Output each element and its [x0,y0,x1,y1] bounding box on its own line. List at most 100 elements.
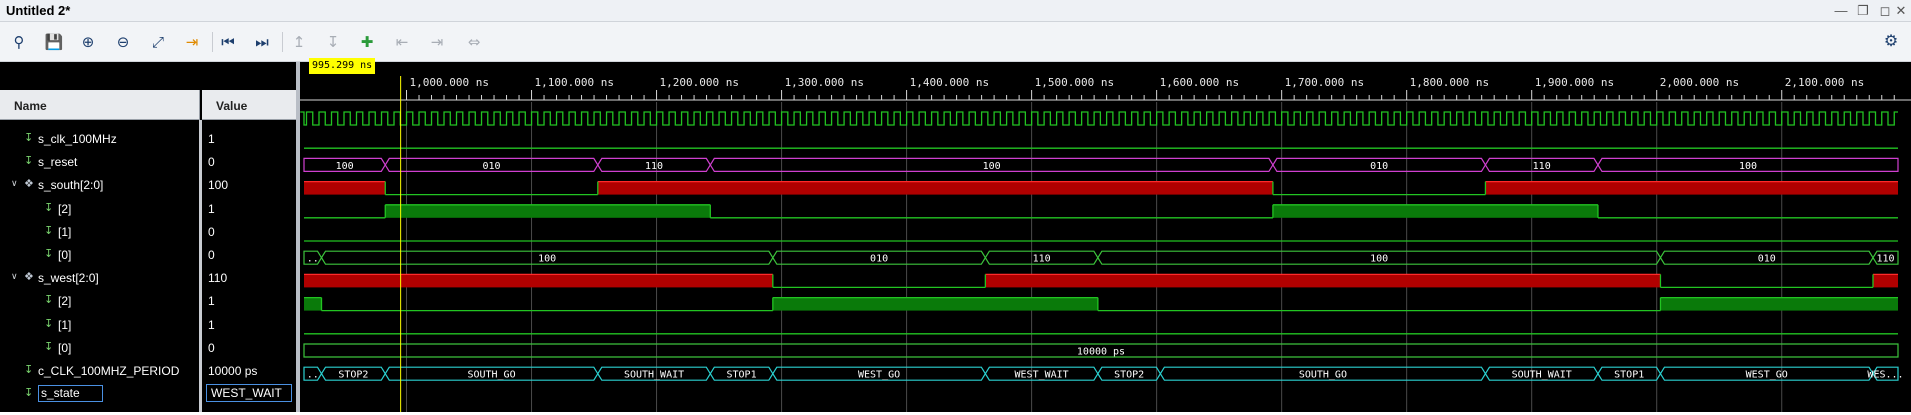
signal-value: 0 [208,340,215,355]
bus-segment-label: 010 [1758,254,1776,265]
signal-value: 1 [208,317,215,332]
wave-south2 [304,180,1898,196]
save-icon[interactable]: 💾 [42,30,66,54]
wave-west2 [304,273,1898,289]
wave-clk [300,111,1898,126]
close-icon[interactable]: ✕ [1891,1,1911,21]
bus-segment-label: SOUTH_GO [467,370,515,381]
go-to-end-icon[interactable]: ⏭ [250,30,274,54]
signal-value: 1 [208,201,215,216]
time-ruler-label: 1,300.000 ns [785,76,864,89]
previous-transition-icon[interactable]: ↥ [287,30,311,54]
add-marker-icon[interactable]: ✚ [355,30,379,54]
time-ruler-label: 1,200.000 ns [660,76,739,89]
toolbar-separator [282,32,283,52]
signal-name: c_CLK_100MHZ_PERIOD [38,364,180,378]
signal-row-state[interactable]: ↧ s_state WEST_WAIT [0,382,296,405]
signal-name: [1] [58,317,72,332]
zoom-out-icon[interactable]: ⊖ [111,30,135,54]
time-ruler-label: 1,000.000 ns [410,76,489,89]
signal-row-south[interactable]: ∨ ❖ s_south[2:0] 100 [0,173,296,196]
zoom-fit-icon[interactable]: ⤢ [146,30,170,54]
waveform-canvas[interactable]: 1,000.000 ns 1,100.000 ns 1,200.000 ns 1,30… [300,62,1911,412]
time-ruler-label: 1,900.000 ns [1535,76,1614,89]
waveform-toolbar: ⚲ 💾 ⊕ ⊖ ⤢ ⇥ ⏮ ⏭ ↥ ↧ ✚ ⇤ ⇥ ⇔ ⚙ [0,22,1911,62]
signal-icon: ↧ [44,316,54,330]
signal-row-clk[interactable]: ↧ s_clk_100MHz 1 [0,127,296,150]
next-marker-icon[interactable]: ⇥ [425,30,449,54]
signal-row-south0[interactable]: ↧ [0] 0 [0,243,296,266]
signal-name: [0] [58,340,72,355]
time-ruler-label: 1,600.000 ns [1160,76,1239,89]
wave-west: .. 100 010 110 100 010 110 [303,250,1899,265]
signal-row-west[interactable]: ∨ ❖ s_west[2:0] 110 [0,266,296,289]
signal-row-period[interactable]: ↧ c_CLK_100MHZ_PERIOD 10000 ps [0,359,296,382]
time-ruler-label: 1,400.000 ns [910,76,989,89]
wave-south: 100 010 110 100 010 110 100 [303,157,1899,172]
signal-row-west1[interactable]: ↧ [1] 1 [0,313,296,336]
expand-icon[interactable]: ∨ [11,271,18,282]
signal-name: s_state [38,385,103,403]
signal-name: s_west[2:0] [38,271,99,286]
go-to-start-icon[interactable]: ⏮ [216,30,240,54]
bus-segment-label: .. [307,254,319,265]
swap-cursors-icon[interactable]: ⇔ [462,30,486,54]
value-column-header[interactable]: Value [202,90,296,120]
signal-icon: ↧ [44,339,54,353]
bus-icon: ❖ [24,177,34,191]
bus-segment-label: 100 [1739,161,1757,172]
zoom-in-icon[interactable]: ⊕ [76,30,100,54]
bus-segment-label: WEST_GO [858,370,900,381]
signal-icon: ↧ [44,200,54,214]
expand-icon[interactable]: ∨ [11,178,18,189]
bus-segment-label: 100 [983,161,1001,172]
title-bar: Untitled 2* — ❐ ◻ ✕ [0,0,1911,22]
bus-segment-label: .. [307,370,319,381]
signal-row-south2[interactable]: ↧ [2] 1 [0,197,296,220]
bus-segment-label: 100 [336,161,354,172]
signal-name: s_clk_100MHz [38,132,117,146]
bus-segment-label: 100 [538,254,556,265]
bit-high-fill [304,181,386,195]
bit-high-fill [304,274,773,288]
bit-high-fill [597,181,1273,195]
signal-row-reset[interactable]: ↧ s_reset 0 [0,150,296,173]
name-column-header[interactable]: Name [0,90,200,120]
bus-icon: ❖ [24,270,34,284]
bus-segment-label: WEST_WAIT [1015,370,1069,381]
window-title: Untitled 2* [6,3,71,18]
time-ruler-label: 1,100.000 ns [535,76,614,89]
signal-icon: ↧ [44,293,54,307]
time-ruler-label: 1,500.000 ns [1035,76,1114,89]
signal-value: 1 [208,294,215,309]
previous-marker-icon[interactable]: ⇤ [390,30,414,54]
signal-icon: ↧ [24,154,34,168]
signal-row-west2[interactable]: ↧ [2] 1 [0,289,296,312]
bus-segment-label: 110 [645,161,663,172]
gear-icon[interactable]: ⚙ [1879,30,1903,54]
go-to-cursor-icon[interactable]: ⇥ [180,30,204,54]
signal-value: 0 [208,248,215,262]
search-icon[interactable]: ⚲ [7,30,31,54]
bit-high-fill [985,274,1661,288]
bus-segment-label: 010 [870,254,888,265]
signal-value: 1 [208,132,215,146]
restore-icon[interactable]: ❐ [1853,1,1873,21]
signal-icon: ↧ [24,386,34,400]
bus-segment-label: STOP2 [1114,370,1144,381]
signal-row-south1[interactable]: ↧ [1] 0 [0,220,296,243]
signal-name: [0] [58,248,72,262]
minimize-icon[interactable]: — [1831,1,1851,21]
waveform-pane[interactable]: 1,000.000 ns 1,100.000 ns 1,200.000 ns 1,30… [300,62,1911,412]
bit-high-fill [1485,181,1898,195]
bit-high-fill [1872,274,1898,288]
next-transition-icon[interactable]: ↧ [321,30,345,54]
signal-value: 110 [208,271,228,286]
bit-high-fill [1660,297,1898,311]
bus-segment-label: WES... [1867,370,1903,381]
time-ruler-label: 2,100.000 ns [1785,76,1864,89]
value-column-label: Value [216,99,248,113]
bus-segment-label: 010 [1370,161,1388,172]
signal-row-west0[interactable]: ↧ [0] 0 [0,336,296,359]
bus-segment-label: STOP1 [727,370,757,381]
